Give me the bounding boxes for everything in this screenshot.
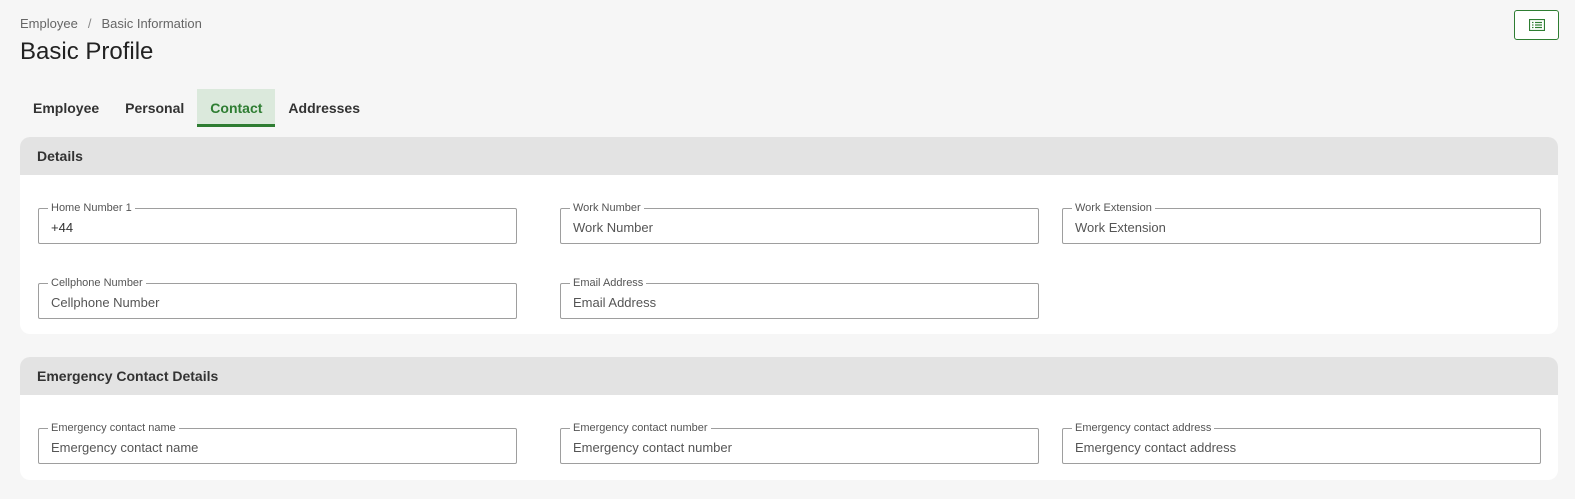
details-section-header: Details [20, 137, 1558, 175]
emergency-contact-address-input[interactable] [1075, 437, 1530, 457]
emergency-contact-address-field: Emergency contact address [1062, 421, 1541, 464]
emergency-contact-name-input[interactable] [51, 437, 506, 457]
email-address-field: Email Address [560, 276, 1039, 319]
tab-personal[interactable]: Personal [112, 89, 197, 127]
email-address-input[interactable] [573, 292, 1028, 312]
emergency-contact-number-field: Emergency contact number [560, 421, 1039, 464]
emergency-contact-number-input[interactable] [573, 437, 1028, 457]
home-number-input[interactable] [51, 217, 506, 237]
emergency-contact-name-field: Emergency contact name [38, 421, 517, 464]
work-number-input[interactable] [573, 217, 1028, 237]
work-number-label: Work Number [570, 201, 644, 215]
tab-addresses[interactable]: Addresses [275, 89, 373, 127]
emergency-contact-section: Emergency Contact Details Emergency cont… [20, 357, 1558, 480]
home-number-label: Home Number 1 [48, 201, 135, 215]
list-icon [1528, 19, 1545, 31]
cellphone-number-label: Cellphone Number [48, 276, 146, 290]
tab-contact[interactable]: Contact [197, 89, 276, 127]
work-number-field: Work Number [560, 201, 1039, 244]
work-extension-label: Work Extension [1072, 201, 1155, 215]
cellphone-number-input[interactable] [51, 292, 506, 312]
breadcrumb: Employee / Basic Information [20, 16, 202, 31]
profile-tabs: Employee Personal Contact Addresses [20, 89, 373, 127]
home-number-field: Home Number 1 [38, 201, 517, 244]
list-view-button[interactable] [1514, 10, 1559, 40]
emergency-contact-section-header: Emergency Contact Details [20, 357, 1558, 395]
emergency-contact-address-label: Emergency contact address [1072, 421, 1215, 435]
work-extension-input[interactable] [1075, 217, 1530, 237]
breadcrumb-separator: / [87, 16, 92, 31]
email-address-label: Email Address [570, 276, 647, 290]
emergency-contact-name-label: Emergency contact name [48, 421, 179, 435]
work-extension-field: Work Extension [1062, 201, 1541, 244]
tab-employee[interactable]: Employee [20, 89, 112, 127]
details-section: Details Home Number 1 Work Number Work E… [20, 137, 1558, 334]
cellphone-number-field: Cellphone Number [38, 276, 517, 319]
breadcrumb-item-employee[interactable]: Employee [20, 16, 78, 31]
page-title: Basic Profile [20, 38, 154, 65]
breadcrumb-item-basic-information: Basic Information [101, 16, 202, 31]
emergency-contact-number-label: Emergency contact number [570, 421, 711, 435]
